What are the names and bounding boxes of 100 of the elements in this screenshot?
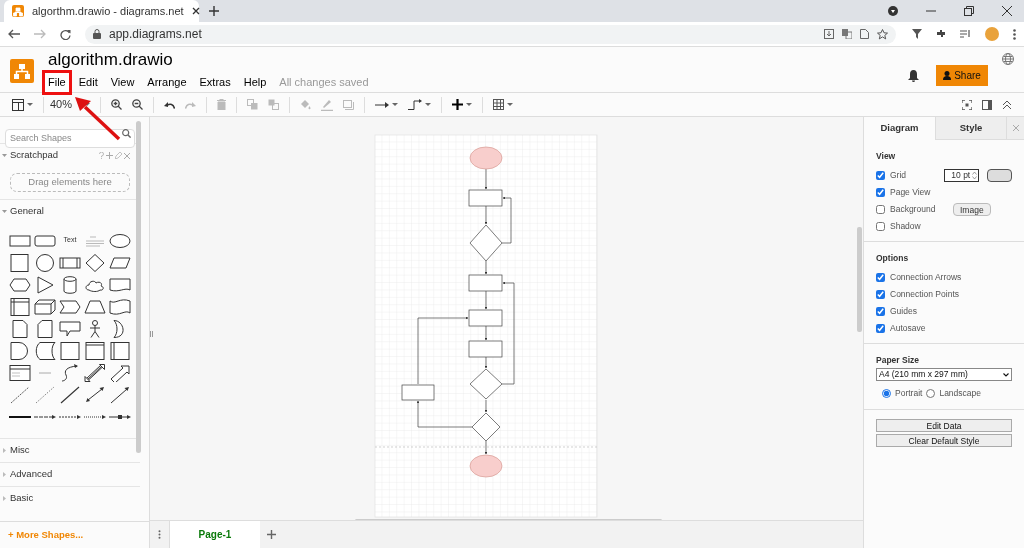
checkbox[interactable] — [876, 221, 885, 231]
process-node[interactable] — [468, 189, 503, 207]
circle-shape[interactable] — [33, 253, 56, 272]
caret-icon[interactable] — [27, 103, 33, 106]
start-node[interactable] — [469, 146, 503, 170]
extensions-icon[interactable] — [936, 29, 946, 39]
checkbox[interactable] — [876, 323, 885, 333]
globe-icon[interactable] — [1002, 53, 1014, 65]
process-node[interactable] — [468, 340, 503, 358]
waypoints-icon[interactable] — [408, 99, 423, 110]
scrollbar[interactable] — [355, 519, 662, 520]
page-tab[interactable]: Page-1 — [170, 521, 260, 548]
double-arrow-shape[interactable] — [84, 363, 107, 382]
checkbox[interactable] — [876, 170, 885, 180]
ellipse-shape[interactable] — [109, 231, 132, 250]
document-shape[interactable] — [109, 275, 132, 294]
menu-item[interactable]: View — [104, 70, 141, 95]
scrollbar[interactable] — [136, 121, 141, 453]
data-storage-shape[interactable] — [33, 341, 56, 360]
grid-color-swatch[interactable] — [987, 168, 1012, 182]
download-icon[interactable] — [824, 29, 834, 39]
checkbox[interactable] — [876, 289, 885, 299]
grid-size-field[interactable]: 10 pt — [944, 168, 980, 182]
dotted-line-shape[interactable] — [33, 385, 56, 404]
close-icon[interactable] — [1002, 6, 1012, 16]
fullscreen-icon[interactable] — [962, 99, 972, 110]
callout-shape[interactable] — [59, 319, 81, 338]
browser-tab[interactable]: algorthm.drawio - diagrams.net — [4, 0, 199, 22]
more-icon[interactable] — [1013, 28, 1016, 40]
splitter-handle[interactable] — [150, 331, 153, 337]
back-icon[interactable] — [8, 29, 20, 39]
star-icon[interactable] — [877, 28, 888, 40]
step-shape[interactable] — [59, 297, 81, 316]
directional-arrow-shape[interactable] — [109, 385, 132, 404]
collapse-icon[interactable] — [1002, 99, 1012, 110]
zoom-in-icon[interactable] — [111, 99, 123, 110]
cube-shape[interactable] — [33, 297, 56, 316]
container-shape[interactable] — [8, 363, 31, 382]
search-icon[interactable] — [122, 129, 131, 138]
diamond-shape[interactable] — [84, 253, 107, 272]
delay-shape[interactable] — [8, 341, 31, 360]
more-icon[interactable] — [158, 530, 161, 539]
menu-item[interactable]: Extras — [193, 70, 237, 95]
share-button[interactable]: Share — [936, 65, 988, 86]
panel-button[interactable]: Edit Data — [876, 419, 1012, 432]
radio-button[interactable] — [926, 389, 936, 399]
format-panel-icon[interactable] — [982, 99, 992, 110]
decision-node[interactable] — [471, 412, 501, 442]
trapezoid-shape[interactable] — [84, 297, 107, 316]
restore-icon[interactable] — [964, 6, 974, 16]
radio-button[interactable] — [882, 389, 891, 399]
reload-icon[interactable] — [60, 28, 71, 40]
translate-icon[interactable] — [842, 29, 852, 39]
checkbox[interactable] — [876, 306, 885, 316]
filter-icon[interactable] — [912, 29, 922, 39]
page-icon[interactable] — [860, 29, 869, 39]
line-color-icon[interactable] — [321, 98, 334, 111]
checkbox[interactable] — [876, 187, 885, 197]
internal-storage-shape[interactable] — [8, 297, 31, 316]
section-header[interactable]: General — [2, 204, 44, 219]
menu-item[interactable]: Edit — [72, 70, 104, 95]
section-header[interactable]: Misc — [2, 443, 30, 458]
line-shape[interactable] — [59, 385, 81, 404]
checkbox[interactable] — [876, 272, 885, 282]
caret-icon[interactable] — [507, 103, 514, 106]
process-box-shape[interactable] — [109, 341, 132, 360]
arrow-shape[interactable] — [109, 363, 132, 382]
menu-item[interactable]: Arrange — [141, 70, 193, 95]
table-icon[interactable] — [493, 99, 505, 110]
search-field[interactable]: Search Shapes — [5, 128, 135, 148]
paper-size-dropdown[interactable]: A4 (210 mm x 297 mm) — [876, 368, 1012, 382]
app-logo-icon[interactable] — [10, 59, 34, 83]
address-field[interactable]: app.diagrams.net — [85, 24, 896, 44]
profile-dot-icon[interactable] — [888, 6, 898, 16]
bell-icon[interactable] — [908, 70, 919, 82]
panel-button[interactable]: Clear Default Style — [876, 434, 1012, 447]
section-header[interactable]: Advanced — [2, 467, 53, 482]
bidirectional-arrow-shape[interactable] — [84, 385, 107, 404]
close-icon[interactable] — [191, 7, 200, 15]
process-node[interactable] — [468, 309, 503, 327]
section-header[interactable]: Scratchpad — [2, 148, 59, 163]
process-node[interactable] — [401, 384, 435, 401]
decision-node[interactable] — [469, 368, 503, 400]
hexagon-shape[interactable] — [8, 275, 31, 294]
process-node[interactable] — [468, 274, 503, 292]
connection-icon[interactable] — [375, 100, 390, 109]
menu-item[interactable]: Help — [237, 70, 273, 95]
panel-layout-icon[interactable] — [12, 98, 24, 111]
caret-icon[interactable] — [392, 103, 399, 106]
new-tab-icon[interactable] — [209, 6, 219, 16]
decision-node[interactable] — [469, 224, 503, 262]
frame-shape[interactable] — [84, 341, 107, 360]
square-shape[interactable] — [8, 253, 31, 272]
playlist-icon[interactable] — [960, 29, 971, 39]
zoom-dropdown[interactable]: 40% — [50, 96, 73, 113]
section-header[interactable]: Basic — [2, 491, 34, 506]
square-shape[interactable] — [59, 341, 81, 360]
end-node[interactable] — [469, 454, 503, 478]
zoom-out-icon[interactable] — [132, 99, 144, 110]
caret-icon[interactable] — [466, 103, 473, 106]
